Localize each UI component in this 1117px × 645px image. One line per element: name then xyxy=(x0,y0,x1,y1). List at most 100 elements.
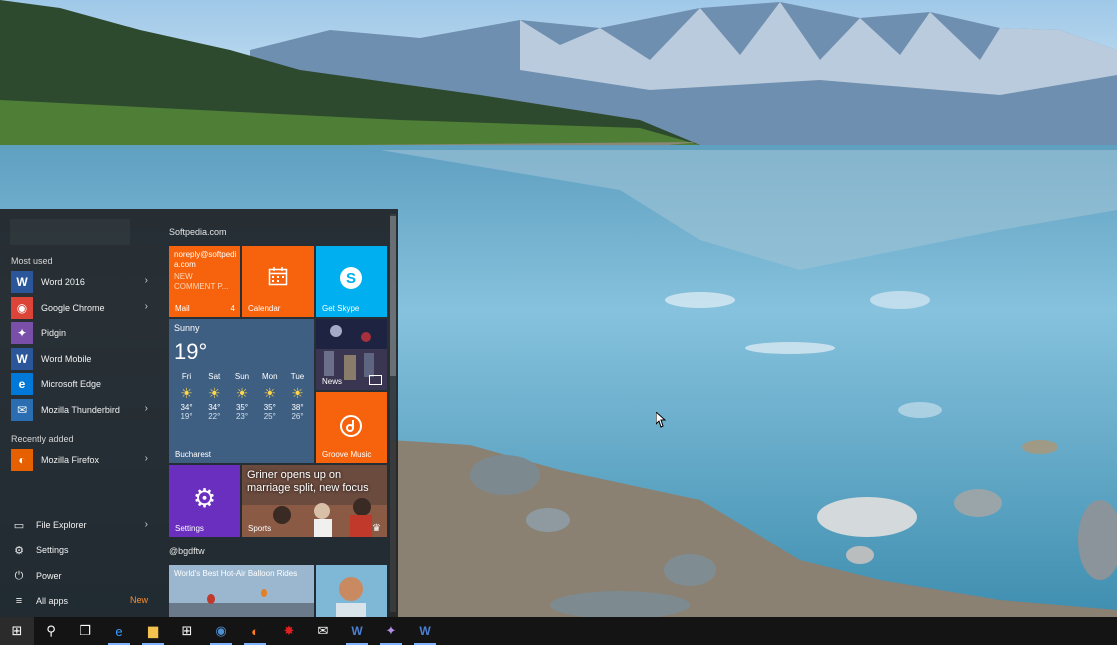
person-news-tile[interactable] xyxy=(316,565,387,617)
calendar-tile[interactable]: Calendar xyxy=(242,246,314,317)
word-mobile-taskbar[interactable]: W xyxy=(408,617,442,645)
balloon-news-tile[interactable]: World's Best Hot-Air Balloon Rides xyxy=(169,565,314,617)
chevron-right-icon[interactable]: › xyxy=(145,403,148,414)
settings-tile-label: Settings xyxy=(175,524,204,533)
groove-music-tile[interactable]: Groove Music xyxy=(316,392,387,463)
chevron-right-icon[interactable]: › xyxy=(145,301,148,312)
mail-preview-line2: COMMENT P... xyxy=(174,282,229,291)
app-label: Mozilla Firefox xyxy=(41,455,100,465)
scrollbar-thumb[interactable] xyxy=(390,216,396,376)
app-item-word[interactable]: W Word 2016 › xyxy=(8,270,158,294)
app-label: Microsoft Edge xyxy=(41,379,102,389)
system-item-label: File Explorer xyxy=(36,520,87,530)
get-skype-tile[interactable]: S Get Skype xyxy=(316,246,387,317)
firefox-taskbar[interactable]: ◐ xyxy=(238,617,272,645)
app-item-chrome[interactable]: ◉ Google Chrome › xyxy=(8,296,158,320)
weather-tile[interactable]: Sunny 19° Fri ☀ 34° 19° Sat ☀ 34° 22° Sun ☀ 35° 23°… xyxy=(169,319,314,463)
star-app-icon: ✸ xyxy=(283,623,295,638)
system-item-label: Power xyxy=(36,571,62,581)
forecast-day-name: Sat xyxy=(208,372,221,381)
search-button[interactable]: ⚲ xyxy=(34,617,68,645)
weather-city: Bucharest xyxy=(175,450,212,459)
start-file-explorer-item[interactable]: ▭ File Explorer › xyxy=(8,514,158,536)
edge-icon: e xyxy=(115,623,123,639)
start-menu: Most used Recently added W Word 2016 › ◉ Goo… xyxy=(0,209,398,617)
start-menu-scrollbar[interactable] xyxy=(390,214,396,612)
news-tile-label: News xyxy=(322,377,343,386)
groove-music-icon xyxy=(340,415,362,437)
app-item-edge[interactable]: e Microsoft Edge xyxy=(8,372,158,396)
sports-headline: Griner opens up on marriage split, new f… xyxy=(247,469,369,494)
new-badge: New xyxy=(129,595,148,605)
chevron-right-icon[interactable]: › xyxy=(145,519,148,530)
thunderbird-icon: ✉ xyxy=(11,398,33,421)
svg-text:S: S xyxy=(346,270,356,287)
word-mobile-icon: W xyxy=(11,347,33,370)
chrome-icon: ◉ xyxy=(11,296,33,319)
file-explorer-icon: ▭ xyxy=(13,519,25,532)
settings-tile[interactable]: ⚙ Settings xyxy=(169,465,240,537)
app-item-thunderbird[interactable]: ✉ Mozilla Thunderbird › xyxy=(8,398,158,422)
start-button[interactable]: ⊞ xyxy=(0,617,34,645)
all-apps-icon: ≡ xyxy=(15,595,23,607)
forecast-day-name: Fri xyxy=(181,372,192,381)
forecast-high: 38° xyxy=(291,403,304,412)
recently-added-label: Recently added xyxy=(11,434,74,444)
user-account[interactable] xyxy=(10,219,130,245)
file-explorer-icon: ▆ xyxy=(148,623,158,638)
mail-preview-line1: NEW xyxy=(174,272,193,281)
mail-icon: ✉ xyxy=(317,623,329,638)
mail-tile[interactable]: noreply@softpedia.com NEW COMMENT P... M… xyxy=(169,246,240,317)
firefox-icon: ◐ xyxy=(251,623,259,639)
chevron-right-icon[interactable]: › xyxy=(145,275,148,286)
app-item-firefox[interactable]: ◐ Mozilla Firefox › xyxy=(8,448,158,472)
pidgin-taskbar[interactable]: ✦ xyxy=(374,617,408,645)
app-label: Mozilla Thunderbird xyxy=(41,404,120,415)
thunderbird-taskbar[interactable]: ◉ xyxy=(204,617,238,645)
system-item-label: All apps xyxy=(36,596,69,606)
mail-sender: noreply@softpedia.com xyxy=(174,250,237,269)
gear-icon: ⚙ xyxy=(192,483,217,513)
edge-taskbar[interactable]: e xyxy=(102,617,136,645)
pidgin-icon: ✦ xyxy=(385,623,397,638)
start-all-apps-item[interactable]: ≡ All apps New xyxy=(8,590,158,612)
weather-forecast: Fri ☀ 34° 19° Sat ☀ 34° 22° Sun ☀ 35° 23° Mon ☀ 35° 25°… xyxy=(173,372,311,421)
start-icon: ⊞ xyxy=(11,623,23,638)
calendar-tile-label: Calendar xyxy=(248,304,281,313)
sun-icon: ☀ xyxy=(207,385,221,401)
tile-group-title: Softpedia.com xyxy=(169,227,227,237)
sports-tile-label: Sports xyxy=(248,524,272,533)
groove-tile-label: Groove Music xyxy=(322,450,372,459)
sun-icon: ☀ xyxy=(235,385,249,401)
forecast-high: 34° xyxy=(180,403,193,412)
mail-taskbar[interactable]: ✉ xyxy=(306,617,340,645)
most-used-label: Most used xyxy=(11,256,53,266)
word-taskbar[interactable]: W xyxy=(340,617,374,645)
chevron-right-icon[interactable]: › xyxy=(145,453,148,464)
forecast-high: 35° xyxy=(235,403,249,412)
store-taskbar[interactable]: ⊞ xyxy=(170,617,204,645)
start-gear-item[interactable]: ⚙ Settings xyxy=(8,539,158,561)
app-item-pidgin[interactable]: ✦ Pidgin xyxy=(8,321,158,345)
start-power-item[interactable]: ⏻ Power xyxy=(8,565,158,587)
app-label: Word 2016 xyxy=(41,277,85,287)
news-tile[interactable]: News xyxy=(316,319,387,390)
power-icon: ⏻ xyxy=(14,569,24,582)
forecast-day-name: Mon xyxy=(261,372,278,381)
store-icon: ⊞ xyxy=(181,623,193,638)
task-view-button[interactable]: ❐ xyxy=(68,617,102,645)
forecast-low: 23° xyxy=(235,412,249,421)
forecast-day: Tue ☀ 38° 26° xyxy=(284,372,311,421)
sun-icon: ☀ xyxy=(263,385,277,401)
forecast-low: 19° xyxy=(180,412,193,421)
word-icon: W xyxy=(351,624,363,638)
tile-group-title-2: @bgdftw xyxy=(169,546,205,556)
sports-tile[interactable]: Griner opens up on marriage split, new f… xyxy=(242,465,387,537)
forecast-day: Sat ☀ 34° 22° xyxy=(201,372,228,421)
firefox-icon: ◐ xyxy=(11,449,33,471)
app-item-word-mobile[interactable]: W Word Mobile xyxy=(8,347,158,371)
newspaper-icon xyxy=(369,375,382,385)
star-app-taskbar[interactable]: ✸ xyxy=(272,617,306,645)
file-explorer-taskbar[interactable]: ▆ xyxy=(136,617,170,645)
app-label: Pidgin xyxy=(41,328,67,338)
